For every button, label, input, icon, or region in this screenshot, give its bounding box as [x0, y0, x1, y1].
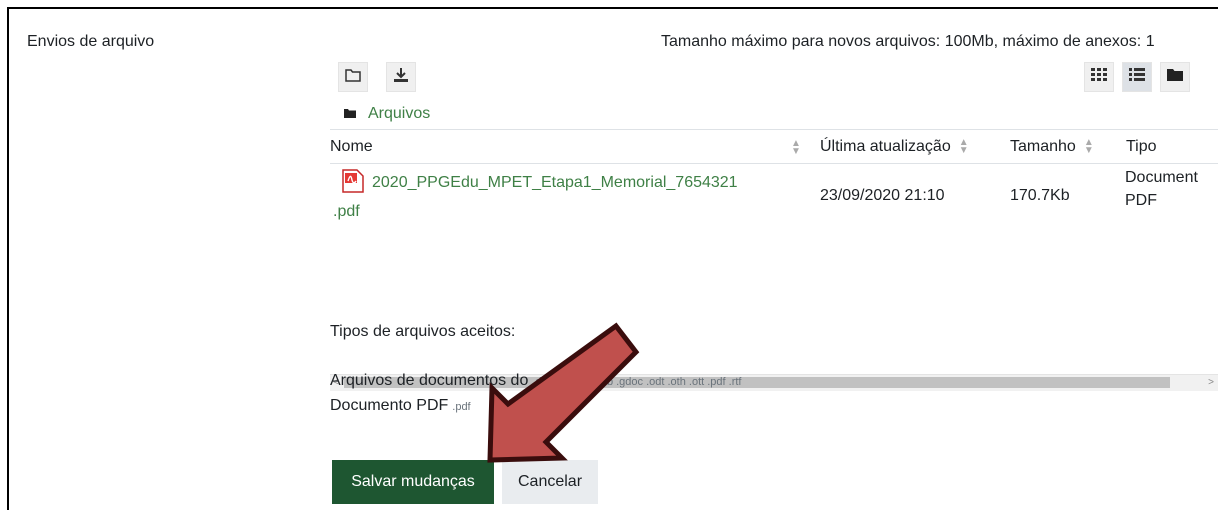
- grid-view-icon: [1091, 67, 1107, 87]
- folder-outline-icon: [345, 68, 361, 87]
- sort-icon: ▲ ▼: [1083, 136, 1094, 156]
- sort-icon[interactable]: ▲ ▼: [791, 139, 801, 157]
- breadcrumb-folder-link[interactable]: Arquivos: [368, 105, 430, 123]
- column-header-updated[interactable]: Última atualização ▲ ▼: [820, 136, 969, 156]
- list-view-icon: [1129, 67, 1145, 87]
- grid-view-button[interactable]: [1084, 62, 1114, 92]
- accepted-type-label: Documento PDF: [330, 397, 449, 414]
- annotation-arrow-icon: [487, 322, 640, 463]
- accepted-type-pdf: Documento PDF .pdf: [330, 397, 471, 415]
- file-size: 170.7Kb: [1010, 187, 1070, 204]
- scroll-right-icon[interactable]: >: [1208, 377, 1214, 388]
- list-view-button[interactable]: [1122, 62, 1152, 92]
- file-picker-toolbar: [330, 58, 1218, 96]
- column-label: Tipo: [1126, 138, 1157, 155]
- table-header: Nome ▲ ▼ Última atualização ▲ ▼ Tamanho ▲ ▼ T…: [330, 129, 1218, 164]
- folder-icon: [344, 105, 356, 123]
- download-icon: [393, 67, 409, 88]
- add-folder-button[interactable]: [338, 62, 368, 92]
- column-header-size[interactable]: Tamanho ▲ ▼: [1010, 136, 1094, 156]
- file-picker: Arquivos Nome ▲ ▼ Última atualização ▲ ▼ Ta…: [330, 58, 1218, 391]
- file-type-sub: PDF: [1125, 192, 1157, 209]
- column-label: Nome: [330, 138, 373, 155]
- sort-icon: ▲ ▼: [958, 136, 969, 156]
- file-extension-link[interactable]: .pdf: [333, 203, 360, 221]
- column-header-name[interactable]: Nome: [330, 138, 373, 156]
- upload-limits: Tamanho máximo para novos arquivos: 100M…: [661, 33, 1155, 50]
- column-label: Tamanho: [1010, 138, 1076, 155]
- column-header-type[interactable]: Tipo: [1126, 138, 1157, 156]
- download-button[interactable]: [386, 62, 416, 92]
- breadcrumb: Arquivos: [344, 103, 430, 125]
- file-name-link[interactable]: 2020_PPGEdu_MPET_Etapa1_Memorial_7654321: [372, 174, 738, 192]
- file-table: Nome ▲ ▼ Última atualização ▲ ▼ Tamanho ▲ ▼ T…: [330, 129, 1218, 391]
- form-label: Envios de arquivo: [27, 33, 155, 50]
- tree-view-icon: [1167, 68, 1183, 87]
- pdf-icon: [342, 169, 364, 198]
- table-row[interactable]: 2020_PPGEdu_MPET_Etapa1_Memorial_7654321…: [330, 169, 1218, 239]
- file-type: Document: [1125, 169, 1198, 186]
- column-label: Última atualização: [820, 138, 951, 155]
- tree-view-button[interactable]: [1160, 62, 1190, 92]
- accepted-type-extensions: .pdf: [452, 401, 471, 413]
- file-updated: 23/09/2020 21:10: [820, 187, 945, 204]
